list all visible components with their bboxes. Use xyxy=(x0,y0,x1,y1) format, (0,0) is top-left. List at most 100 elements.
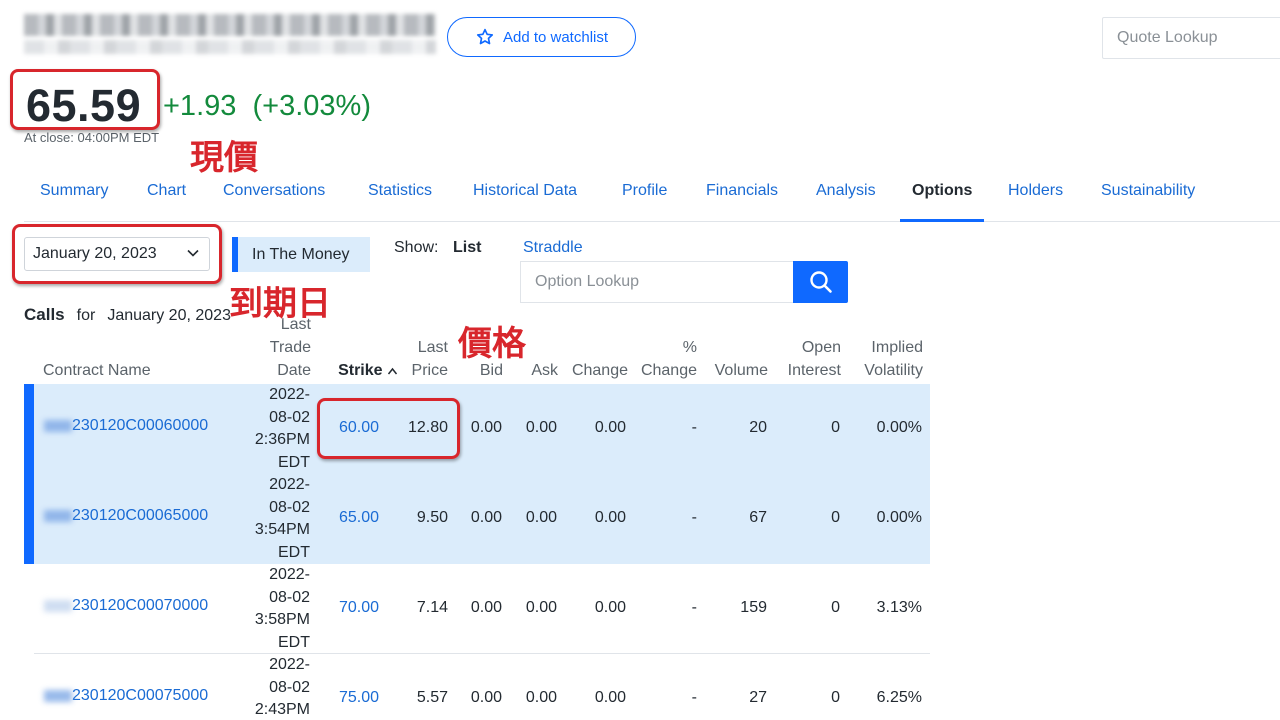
date-line: 2022- xyxy=(269,476,310,493)
table-row: 230120C00060000 2022- 08-02 2:36PM EDT 6… xyxy=(24,384,930,474)
bid: 0.00 xyxy=(470,689,502,706)
bid: 0.00 xyxy=(470,599,502,616)
redacted-company-name xyxy=(24,14,436,36)
last-price: 7.14 xyxy=(416,599,448,616)
date-line: 08-02 xyxy=(269,498,310,516)
annotation-box-price xyxy=(10,69,160,130)
annotation-label-last-price: 價格 xyxy=(458,324,526,364)
calls-date: January 20, 2023 xyxy=(107,307,231,324)
tab-summary[interactable]: Summary xyxy=(40,168,108,222)
show-list-option[interactable]: List xyxy=(453,239,481,257)
col-last-trade-date-line: Trade xyxy=(269,339,311,356)
annotation-box-strike-price xyxy=(317,398,460,459)
last-price: 9.50 xyxy=(416,509,448,526)
bid: 0.00 xyxy=(470,419,502,436)
col-volume: Volume xyxy=(714,362,768,379)
strike-link[interactable]: 65.00 xyxy=(324,509,379,527)
add-to-watchlist-button[interactable]: Add to watchlist xyxy=(447,17,636,57)
col-open-interest-line: Interest xyxy=(787,362,841,379)
last-trade-date: 2022- 08-02 3:54PM EDT xyxy=(240,474,310,564)
annotation-label-expiry: 到期日 xyxy=(229,284,331,324)
change: 0.00 xyxy=(594,419,626,436)
col-open-interest-line: Open xyxy=(801,339,841,356)
search-icon xyxy=(809,271,832,293)
date-line: 3:58PM xyxy=(254,611,310,628)
col-open-interest: Open Interest xyxy=(770,336,841,382)
change: 0.00 xyxy=(594,599,626,616)
table-row: 230120C00075000 2022- 08-02 2:43PM 75.00… xyxy=(34,654,930,720)
contract-link[interactable]: 230120C00075000 xyxy=(44,687,208,705)
strike-link[interactable]: 75.00 xyxy=(324,689,379,707)
col-last-price: Last Price xyxy=(390,336,448,382)
last-price: 5.57 xyxy=(416,689,448,706)
col-strike[interactable]: Strike xyxy=(310,359,398,382)
last-trade-date: 2022- 08-02 2:43PM xyxy=(240,654,310,720)
volume: 27 xyxy=(749,689,767,706)
table-row: 230120C00070000 2022- 08-02 3:58PM EDT 7… xyxy=(34,564,930,654)
date-line: 2022- xyxy=(269,656,310,673)
tab-options[interactable]: Options xyxy=(900,168,985,222)
date-line: 2:43PM xyxy=(254,701,310,718)
date-line: 2022- xyxy=(269,386,310,403)
annotation-label-price: 現價 xyxy=(190,138,258,178)
contract-link[interactable]: 230120C00060000 xyxy=(44,417,208,435)
date-line: 2022- xyxy=(269,566,310,583)
ask: 0.00 xyxy=(525,599,557,616)
col-contract-name: Contract Name xyxy=(43,362,151,379)
pct-change: - xyxy=(691,509,697,526)
close-time: At close: 04:00PM EDT xyxy=(24,130,160,145)
last-trade-date: 2022- 08-02 2:36PM EDT xyxy=(240,384,310,474)
volume: 20 xyxy=(749,419,767,436)
show-straddle-option[interactable]: Straddle xyxy=(523,239,583,257)
pct-change: - xyxy=(691,689,697,706)
calls-heading: Calls for January 20, 2023 xyxy=(24,305,231,325)
tab-analysis[interactable]: Analysis xyxy=(816,168,876,222)
in-the-money-toggle[interactable]: In The Money xyxy=(232,237,370,272)
quote-lookup-input[interactable] xyxy=(1102,17,1280,59)
tab-historical-data[interactable]: Historical Data xyxy=(473,168,577,222)
date-line: EDT xyxy=(278,633,310,651)
redacted-exchange-info xyxy=(24,40,436,54)
option-lookup-input[interactable] xyxy=(520,261,794,303)
price-change: +1.93 (+3.03%) xyxy=(163,90,371,122)
implied-volatility: 3.13% xyxy=(876,599,922,616)
contract-link[interactable]: 230120C00065000 xyxy=(44,507,208,525)
option-search-button[interactable] xyxy=(793,261,848,303)
date-line: 08-02 xyxy=(269,408,310,426)
contract-name: 230120C00070000 xyxy=(72,597,209,614)
open-interest: 0 xyxy=(831,689,840,706)
pct-change: - xyxy=(691,419,697,436)
col-pct-change: % Change xyxy=(630,336,697,382)
tab-chart[interactable]: Chart xyxy=(147,168,186,222)
implied-volatility: 6.25% xyxy=(876,689,922,706)
tab-profile[interactable]: Profile xyxy=(622,168,667,222)
contract-link[interactable]: 230120C00070000 xyxy=(44,597,208,615)
implied-volatility: 0.00% xyxy=(876,509,922,526)
redacted-symbol xyxy=(44,599,72,612)
date-line: 2:36PM xyxy=(254,431,310,448)
date-line: 08-02 xyxy=(269,678,310,696)
last-trade-date: 2022- 08-02 3:58PM EDT xyxy=(240,564,310,654)
watchlist-label: Add to watchlist xyxy=(502,28,609,46)
volume: 159 xyxy=(740,599,767,616)
star-icon xyxy=(476,28,494,45)
col-implied-volatility-line: Implied xyxy=(871,339,923,356)
col-last-trade-date-line: Date xyxy=(277,362,311,379)
ask: 0.00 xyxy=(525,689,557,706)
contract-name: 230120C00075000 xyxy=(72,687,209,704)
redacted-symbol xyxy=(44,509,72,522)
date-line: EDT xyxy=(278,453,310,471)
col-change: Change xyxy=(571,362,628,379)
pct-change: - xyxy=(691,599,697,616)
col-strike-label: Strike xyxy=(338,362,383,379)
tab-statistics[interactable]: Statistics xyxy=(368,168,432,222)
tab-holders[interactable]: Holders xyxy=(1008,168,1063,222)
date-line: 3:54PM xyxy=(254,521,310,538)
tab-financials[interactable]: Financials xyxy=(706,168,778,222)
annotation-box-expiry xyxy=(12,224,222,284)
strike-link[interactable]: 70.00 xyxy=(324,599,379,617)
contract-name: 230120C00065000 xyxy=(72,507,209,524)
open-interest: 0 xyxy=(831,419,840,436)
table-row: 230120C00065000 2022- 08-02 3:54PM EDT 6… xyxy=(24,474,930,564)
tab-sustainability[interactable]: Sustainability xyxy=(1101,168,1195,222)
